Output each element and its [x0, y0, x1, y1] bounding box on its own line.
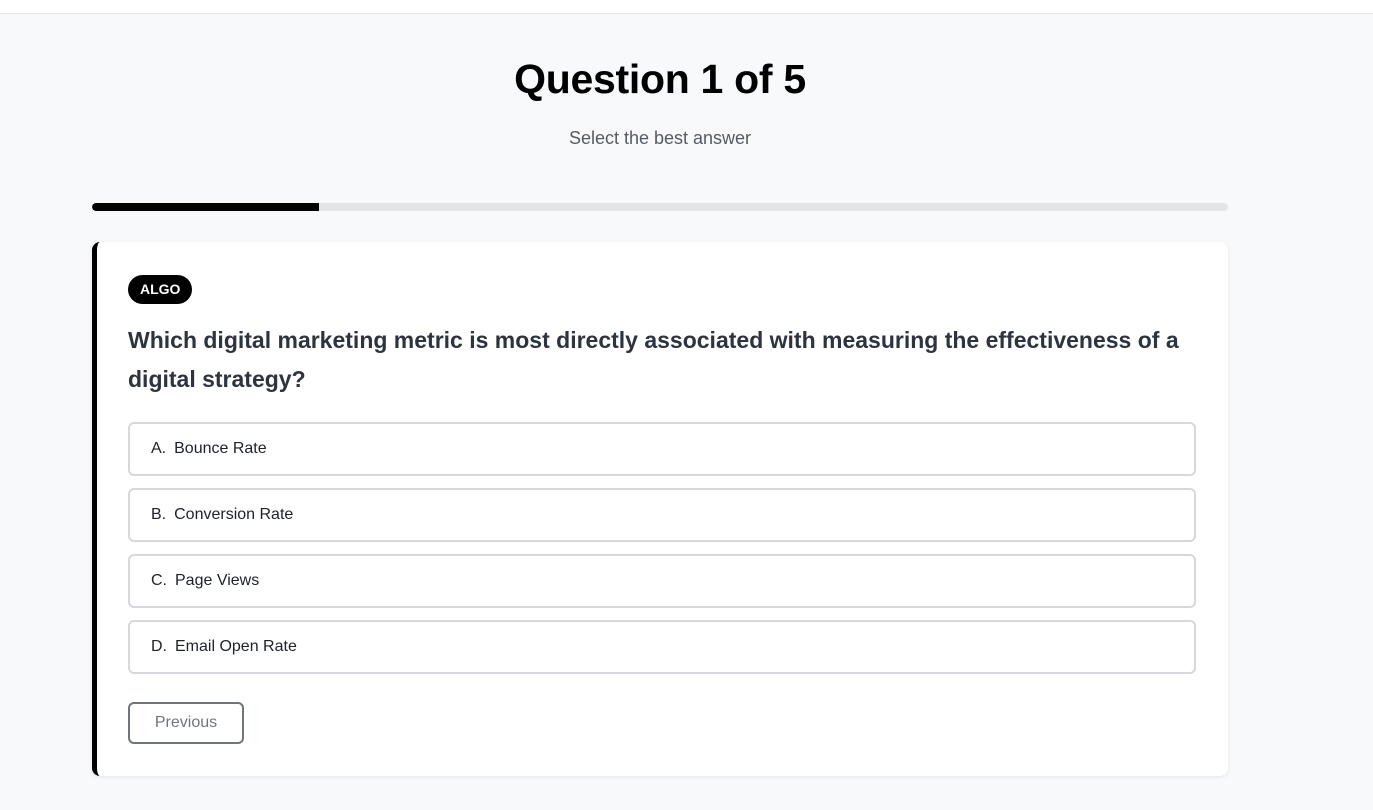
question-text: Which digital marketing metric is most d… [128, 327, 1179, 392]
top-bar [0, 0, 1373, 14]
option-label: Bounce Rate [174, 440, 267, 457]
option-label: Email Open Rate [175, 638, 297, 655]
page-subtitle: Select the best answer [568, 128, 752, 148]
question-header: Question 1 of 5 Select the best answer [0, 54, 1320, 150]
progress-bar-fill [92, 203, 320, 211]
answer-option-c[interactable]: C. Page Views [128, 554, 1196, 608]
answer-option-a[interactable]: A. Bounce Rate [128, 422, 1196, 476]
previous-button[interactable]: Previous [128, 702, 244, 744]
question-card: ALGO Which digital marketing metric is m… [92, 242, 1228, 776]
category-badge: ALGO [128, 275, 193, 304]
option-letter: C. [151, 572, 167, 589]
option-letter: D. [151, 638, 167, 655]
page-title: Question 1 of 5 [514, 56, 806, 102]
answer-option-b[interactable]: B. Conversion Rate [128, 488, 1196, 542]
answer-option-d[interactable]: D. Email Open Rate [128, 620, 1196, 674]
option-letter: B. [151, 506, 167, 523]
option-label: Page Views [175, 572, 260, 589]
option-letter: A. [151, 440, 167, 457]
option-label: Conversion Rate [174, 506, 294, 523]
progress-bar [92, 203, 1228, 211]
